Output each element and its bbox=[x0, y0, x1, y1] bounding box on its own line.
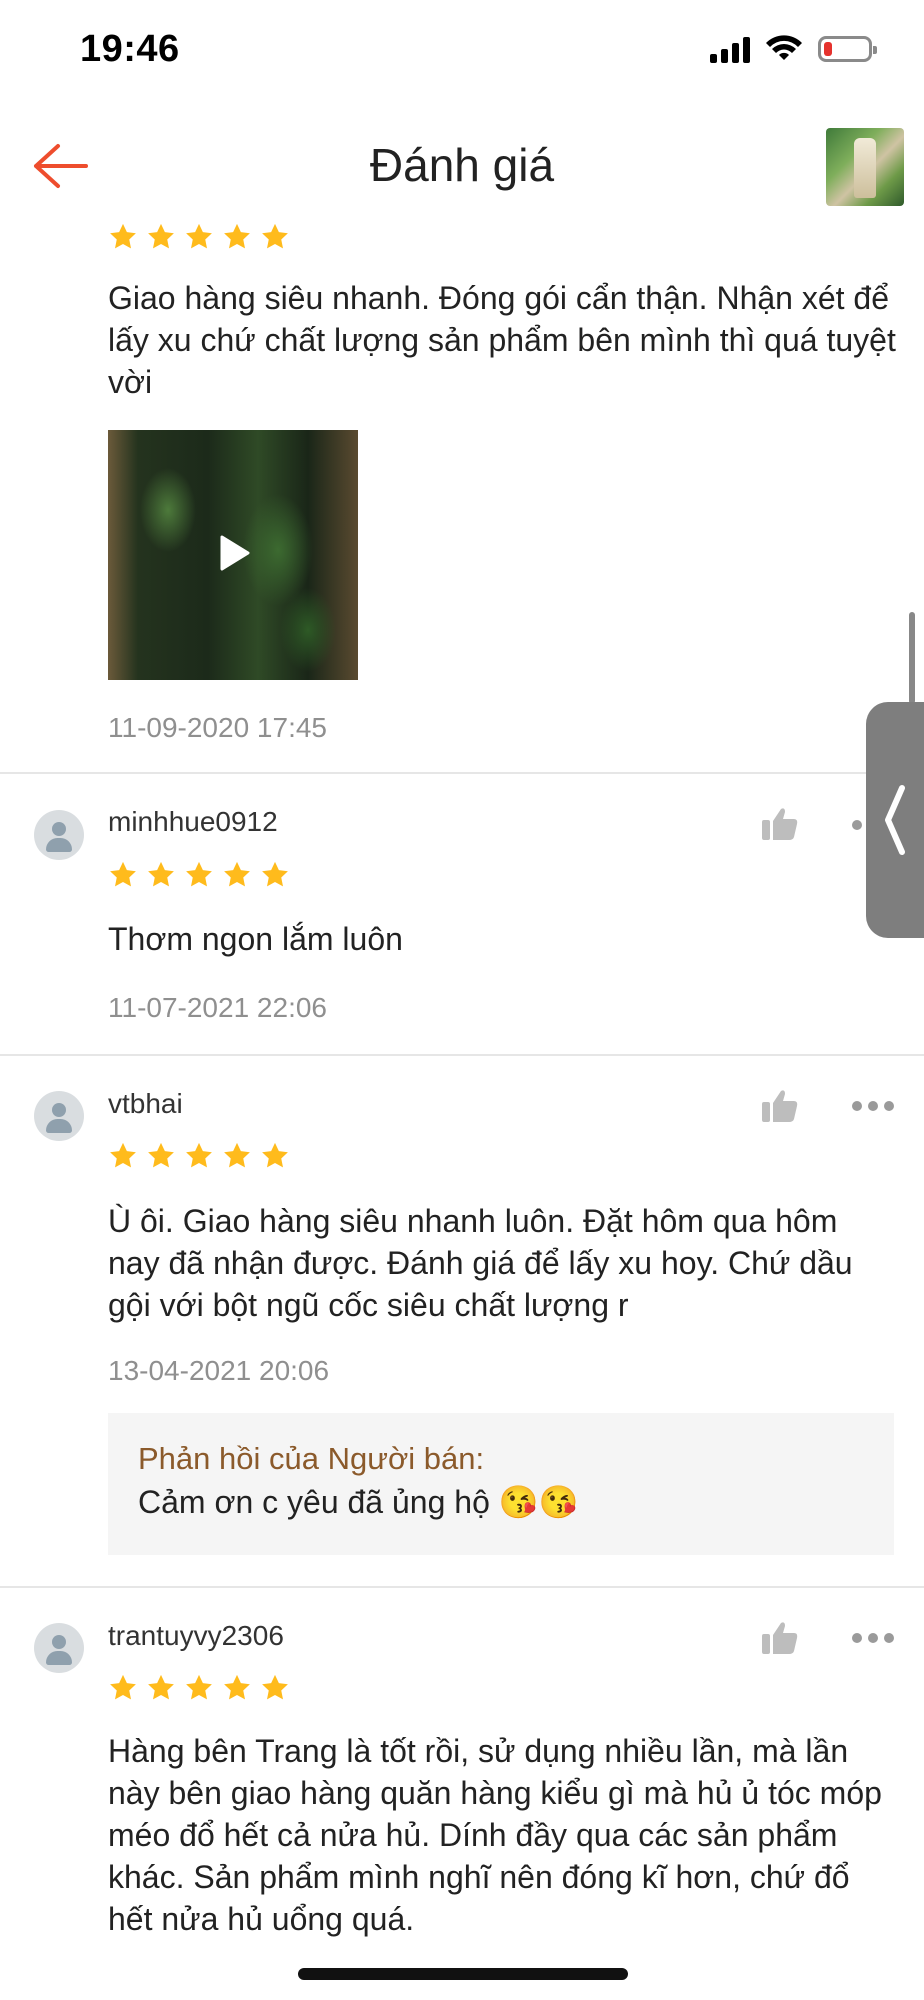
username: minhhue0912 bbox=[108, 806, 278, 837]
star-icon bbox=[148, 1142, 174, 1168]
thumbs-up-icon[interactable] bbox=[760, 1620, 800, 1656]
chevron-left-icon bbox=[885, 785, 905, 855]
star-icon bbox=[148, 223, 174, 249]
seller-reply: Phản hồi của Người bán: Cảm ơn c yêu đã … bbox=[108, 1413, 894, 1555]
play-icon bbox=[220, 535, 250, 571]
battery-icon bbox=[818, 36, 877, 62]
wifi-icon bbox=[766, 35, 802, 60]
nav-bar: Đánh giá bbox=[0, 100, 924, 218]
avatar[interactable] bbox=[34, 1623, 84, 1673]
divider bbox=[0, 772, 924, 774]
star-icon bbox=[186, 861, 212, 887]
star-icon bbox=[186, 223, 212, 249]
star-icon bbox=[110, 1674, 136, 1700]
star-icon bbox=[224, 1674, 250, 1700]
username: trantuyvy2306 bbox=[108, 1620, 284, 1651]
star-rating bbox=[108, 222, 290, 252]
divider bbox=[0, 1054, 924, 1056]
status-time: 19:46 bbox=[80, 28, 180, 70]
seller-reply-text: Cảm ơn c yêu đã ủng hộ 😘😘 bbox=[138, 1484, 579, 1520]
star-icon bbox=[110, 1142, 136, 1168]
review-video-thumbnail[interactable] bbox=[108, 430, 358, 680]
star-icon bbox=[224, 223, 250, 249]
star-icon bbox=[224, 861, 250, 887]
star-icon bbox=[262, 1142, 288, 1168]
review-text: Hàng bên Trang là tốt rồi, sử dụng nhiều… bbox=[108, 1733, 882, 1937]
star-icon bbox=[186, 1142, 212, 1168]
seller-reply-label: Phản hồi của Người bán: bbox=[138, 1441, 485, 1476]
status-icons bbox=[710, 34, 877, 64]
review-date: 11-07-2021 22:06 bbox=[108, 992, 327, 1023]
star-icon bbox=[148, 861, 174, 887]
star-rating bbox=[108, 1141, 290, 1171]
avatar[interactable] bbox=[34, 810, 84, 860]
star-icon bbox=[262, 1674, 288, 1700]
thumbs-up-icon[interactable] bbox=[760, 806, 800, 842]
review-date: 11-09-2020 17:45 bbox=[108, 712, 327, 743]
username: vtbhai bbox=[108, 1088, 183, 1119]
review-text: Ù ôi. Giao hàng siêu nhanh luôn. Đặt hôm… bbox=[108, 1203, 853, 1323]
star-icon bbox=[262, 223, 288, 249]
review-text: Thơm ngon lắm luôn bbox=[108, 921, 403, 957]
star-icon bbox=[110, 861, 136, 887]
page-title: Đánh giá bbox=[369, 139, 555, 191]
home-indicator[interactable] bbox=[298, 1968, 628, 1980]
product-thumbnail[interactable] bbox=[826, 128, 904, 206]
divider bbox=[0, 1586, 924, 1588]
status-bar: 19:46 bbox=[0, 0, 924, 100]
star-rating bbox=[108, 860, 290, 890]
thumbs-up-icon[interactable] bbox=[760, 1088, 800, 1124]
more-options-button[interactable] bbox=[852, 1101, 896, 1113]
more-options-button[interactable] bbox=[852, 1633, 896, 1645]
star-icon bbox=[262, 861, 288, 887]
side-panel-handle[interactable] bbox=[866, 702, 924, 938]
star-icon bbox=[148, 1674, 174, 1700]
review-text: Giao hàng siêu nhanh. Đóng gói cẩn thận.… bbox=[108, 280, 896, 400]
avatar[interactable] bbox=[34, 1091, 84, 1141]
review-date: 13-04-2021 20:06 bbox=[108, 1355, 330, 1386]
cellular-signal-icon bbox=[710, 35, 750, 63]
scrollbar[interactable] bbox=[909, 612, 915, 704]
star-icon bbox=[224, 1142, 250, 1168]
star-icon bbox=[110, 223, 136, 249]
star-rating bbox=[108, 1673, 290, 1703]
star-icon bbox=[186, 1674, 212, 1700]
